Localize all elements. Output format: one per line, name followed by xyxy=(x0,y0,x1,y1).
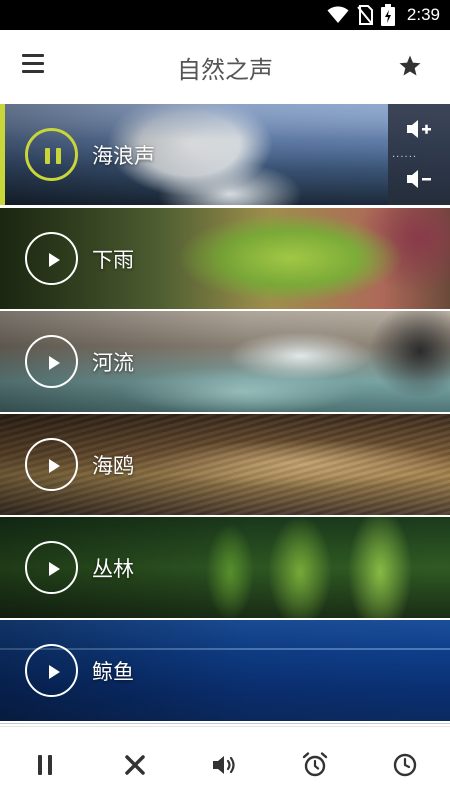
favorites-button[interactable] xyxy=(398,54,426,82)
sound-row-whale[interactable]: 鲸鱼 xyxy=(0,620,450,721)
volume-up-icon xyxy=(407,120,431,138)
sound-row-seagull[interactable]: 海鸥 xyxy=(0,414,450,515)
play-button[interactable] xyxy=(25,541,78,594)
stop-all-button[interactable] xyxy=(121,751,149,779)
volume-button[interactable] xyxy=(211,751,239,779)
star-icon xyxy=(399,55,421,76)
close-icon xyxy=(125,755,145,775)
app-bar: 自然之声 xyxy=(0,30,450,104)
sound-list: 海浪声 ······ 下雨 河流 海鸥 丛林 鲸鱼 xyxy=(0,104,450,724)
bottom-bar xyxy=(0,726,450,800)
sound-label: 海鸥 xyxy=(92,454,134,478)
volume-up-button[interactable] xyxy=(405,118,433,140)
clock-icon xyxy=(393,753,417,777)
pause-all-button[interactable] xyxy=(31,751,59,779)
volume-panel: ······ xyxy=(388,104,450,205)
play-icon xyxy=(49,459,60,473)
page-title: 自然之声 xyxy=(177,56,273,84)
sound-row-rain[interactable]: 下雨 xyxy=(0,208,450,309)
volume-icon xyxy=(213,756,235,774)
play-button[interactable] xyxy=(25,335,78,388)
sound-label: 河流 xyxy=(92,351,134,375)
sound-row-waves[interactable]: 海浪声 ······ xyxy=(0,104,450,205)
play-icon xyxy=(49,253,60,267)
pause-button[interactable] xyxy=(25,128,78,181)
sound-row-jungle[interactable]: 丛林 xyxy=(0,517,450,618)
sound-label: 海浪声 xyxy=(92,144,155,168)
status-bar: 2:39 xyxy=(0,0,450,30)
play-button[interactable] xyxy=(25,232,78,285)
sound-label: 下雨 xyxy=(92,248,134,272)
no-sim-icon xyxy=(357,5,373,25)
sound-label: 鲸鱼 xyxy=(92,660,134,684)
wifi-icon xyxy=(327,6,349,23)
volume-down-button[interactable] xyxy=(405,168,433,190)
pause-icon xyxy=(38,755,52,775)
pause-icon xyxy=(45,148,50,164)
battery-charging-icon xyxy=(380,4,395,26)
play-icon xyxy=(49,356,60,370)
play-icon xyxy=(49,665,60,679)
play-icon xyxy=(49,562,60,576)
play-button[interactable] xyxy=(25,438,78,491)
sound-row-next[interactable] xyxy=(0,723,450,724)
alarm-clock-icon xyxy=(302,752,328,777)
sound-label: 丛林 xyxy=(92,557,134,581)
play-button[interactable] xyxy=(25,644,78,697)
status-time: 2:39 xyxy=(406,5,440,24)
active-indicator xyxy=(0,104,5,205)
alarm-button[interactable] xyxy=(301,751,329,779)
volume-level: ······ xyxy=(392,152,418,163)
volume-down-icon xyxy=(407,170,431,188)
timer-button[interactable] xyxy=(391,751,419,779)
sound-row-river[interactable]: 河流 xyxy=(0,311,450,412)
